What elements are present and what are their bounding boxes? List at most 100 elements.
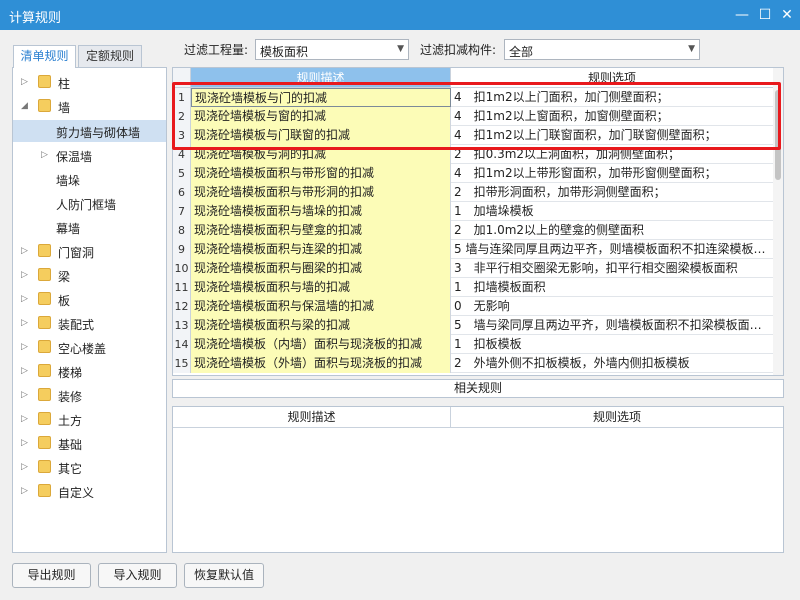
rule-description-cell[interactable]: 现浇砼墙模板面积与梁的扣减 [191,316,451,335]
rule-description-cell[interactable]: 现浇砼墙模板面积与墙垛的扣减 [191,202,451,221]
related-rules-title: 相关规则 [172,379,784,398]
tree-item[interactable]: ▷ 板 [13,288,166,310]
table-row[interactable]: 13 现浇砼墙模板面积与梁的扣减 5 墙与梁同厚且两边平齐，则墙模板面积不扣梁模板面… [173,316,773,335]
table-row[interactable]: 6 现浇砼墙模板面积与带形洞的扣减 2 扣带形洞面积，加带形洞侧壁面积； [173,183,773,202]
rule-description-cell[interactable]: 现浇砼墙模板面积与墙的扣减 [191,278,451,297]
tree-item-label: 剪力墙与砌体墙 [56,126,141,140]
related-rules-grid[interactable]: 规则描述 规则选项 [172,406,784,553]
table-row[interactable]: 14 现浇砼墙模板（内墙）面积与现浇板的扣减 1 扣板模板 [173,335,773,354]
tree-item[interactable]: ▷ 装修 [13,384,166,406]
tree-item-label: 板 [58,294,71,308]
rule-option-cell[interactable]: 0 无影响 [451,297,773,316]
tree-item[interactable]: ▷ 空心楼盖 [13,336,166,358]
rule-option-cell[interactable]: 3 非平行相交圈梁无影响，扣平行相交圈梁模板面积 [451,259,773,278]
tree-item[interactable]: ◢ 墙 [13,95,166,117]
rule-option-cell[interactable]: 4 扣1m2以上带形窗面积，加带形窗侧壁面积； [451,164,773,183]
expand-arrow-icon[interactable]: ▷ [21,438,31,448]
row-number: 14 [173,335,191,354]
related-column-rule-description[interactable]: 规则描述 [173,407,451,428]
tab-bill-rules[interactable]: 清单规则 [13,45,76,68]
expand-arrow-icon[interactable]: ▷ [21,246,31,256]
folder-icon [38,412,51,425]
import-rules-button[interactable]: 导入规则 [98,563,177,588]
rule-option-cell[interactable]: 1 扣板模板 [451,335,773,354]
rule-description-cell[interactable]: 现浇砼墙模板（内墙）面积与现浇板的扣减 [191,335,451,354]
export-rules-button[interactable]: 导出规则 [12,563,91,588]
tree-item[interactable]: ▷ 柱 [13,71,166,93]
tree-item[interactable]: ▷ 装配式 [13,312,166,334]
table-row[interactable]: 11 现浇砼墙模板面积与墙的扣减 1 扣墙模板面积 [173,278,773,297]
table-row[interactable]: 10 现浇砼墙模板面积与圈梁的扣减 3 非平行相交圈梁无影响，扣平行相交圈梁模板面积 [173,259,773,278]
expand-arrow-icon[interactable]: ▷ [21,294,31,304]
related-column-rule-option[interactable]: 规则选项 [451,407,783,428]
rule-option-cell[interactable]: 1 加墙垛模板 [451,202,773,221]
filter-quantity-select[interactable]: 模板面积 ▼ [255,39,409,60]
rule-option-cell[interactable]: 5 墙与梁同厚且两边平齐，则墙模板面积不扣梁模板面… [451,316,773,335]
tree-item-label: 人防门框墙 [56,198,117,212]
tree-item[interactable]: 人防门框墙 [13,192,166,214]
rule-option-cell[interactable]: 2 扣带形洞面积，加带形洞侧壁面积； [451,183,773,202]
tree-item[interactable]: 幕墙 [13,216,166,238]
tree-item[interactable]: ▷ 自定义 [13,480,166,502]
expand-arrow-icon[interactable]: ▷ [21,390,31,400]
rule-description-cell[interactable]: 现浇砼墙模板面积与壁龛的扣减 [191,221,451,240]
tree-item[interactable]: ▷ 基础 [13,432,166,454]
tab-quota-rules[interactable]: 定额规则 [78,45,142,67]
tree-item[interactable]: 剪力墙与砌体墙 [13,120,166,142]
expand-arrow-icon[interactable]: ▷ [21,462,31,472]
expand-arrow-icon[interactable]: ▷ [41,150,51,160]
restore-defaults-button[interactable]: 恢复默认值 [184,563,264,588]
rule-description-cell[interactable]: 现浇砼墙模板面积与连梁的扣减 [191,240,451,259]
rule-description-cell[interactable]: 现浇砼墙模板面积与带形洞的扣减 [191,183,451,202]
expand-arrow-icon[interactable]: ▷ [21,414,31,424]
component-tree[interactable]: ▷ 柱 ◢ 墙剪力墙与砌体墙 ▷ 保温墙 墙垛 人防门框墙 幕墙 ▷ 门窗洞 ▷ 梁 ▷ 板 ▷ 装配式 ▷ 空心楼… [12,67,167,553]
table-row[interactable]: 12 现浇砼墙模板面积与保温墙的扣减 0 无影响 [173,297,773,316]
expand-arrow-icon[interactable]: ▷ [21,342,31,352]
maximize-icon[interactable]: ☐ [754,4,776,26]
expand-arrow-icon[interactable]: ▷ [21,366,31,376]
minimize-icon[interactable]: — [731,4,753,26]
rule-option-cell[interactable]: 1 扣墙模板面积 [451,278,773,297]
rule-option-cell[interactable]: 2 加1.0m2以上的壁龛的侧壁面积 [451,221,773,240]
row-number: 6 [173,183,191,202]
rule-description-cell[interactable]: 现浇砼墙模板（外墙）面积与现浇板的扣减 [191,354,451,373]
tree-item[interactable]: ▷ 门窗洞 [13,240,166,262]
close-icon[interactable]: ✕ [776,4,798,26]
tree-item[interactable]: 墙垛 [13,168,166,190]
rule-description-cell[interactable]: 现浇砼墙模板面积与带形窗的扣减 [191,164,451,183]
folder-icon [38,244,51,257]
rule-option-cell[interactable]: 5 墙与连梁同厚且两边平齐，则墙模板面积不扣连梁模板… [451,240,773,259]
table-row[interactable]: 7 现浇砼墙模板面积与墙垛的扣减 1 加墙垛模板 [173,202,773,221]
tree-item[interactable]: ▷ 楼梯 [13,360,166,382]
table-row[interactable]: 9 现浇砼墙模板面积与连梁的扣减 5 墙与连梁同厚且两边平齐，则墙模板面积不扣连梁模… [173,240,773,259]
tree-item-label: 幕墙 [56,222,81,236]
chevron-down-icon: ▼ [688,44,695,54]
tree-item[interactable]: ▷ 土方 [13,408,166,430]
tree-item-label: 门窗洞 [58,246,95,260]
rule-option-cell[interactable]: 2 外墙外侧不扣板模板，外墙内侧扣板模板 [451,354,773,373]
row-number: 13 [173,316,191,335]
expand-arrow-icon[interactable]: ▷ [21,270,31,280]
rule-description-cell[interactable]: 现浇砼墙模板面积与保温墙的扣减 [191,297,451,316]
table-row[interactable]: 8 现浇砼墙模板面积与壁龛的扣减 2 加1.0m2以上的壁龛的侧壁面积 [173,221,773,240]
rule-description-cell[interactable]: 现浇砼墙模板面积与圈梁的扣减 [191,259,451,278]
expand-arrow-icon[interactable]: ▷ [21,486,31,496]
table-row[interactable]: 15 现浇砼墙模板（外墙）面积与现浇板的扣减 2 外墙外侧不扣板模板，外墙内侧扣板模… [173,354,773,373]
tree-item[interactable]: ▷ 梁 [13,264,166,286]
title-bar: 计算规则 — ☐ ✕ [0,0,800,30]
row-number: 8 [173,221,191,240]
folder-icon [38,364,51,377]
filter-deduct-select[interactable]: 全部 ▼ [504,39,700,60]
row-number: 15 [173,354,191,373]
folder-icon [38,388,51,401]
tree-item[interactable]: ▷ 保温墙 [13,144,166,166]
table-row[interactable]: 5 现浇砼墙模板面积与带形窗的扣减 4 扣1m2以上带形窗面积，加带形窗侧壁面积； [173,164,773,183]
filter-quantity-value: 模板面积 [260,45,309,59]
row-number: 5 [173,164,191,183]
expanded-arrow-icon[interactable]: ◢ [21,101,31,111]
expand-arrow-icon[interactable]: ▷ [21,318,31,328]
tree-item[interactable]: ▷ 其它 [13,456,166,478]
expand-arrow-icon[interactable]: ▷ [21,77,31,87]
filter-quantity-label: 过滤工程量: [184,43,249,57]
folder-icon [38,484,51,497]
